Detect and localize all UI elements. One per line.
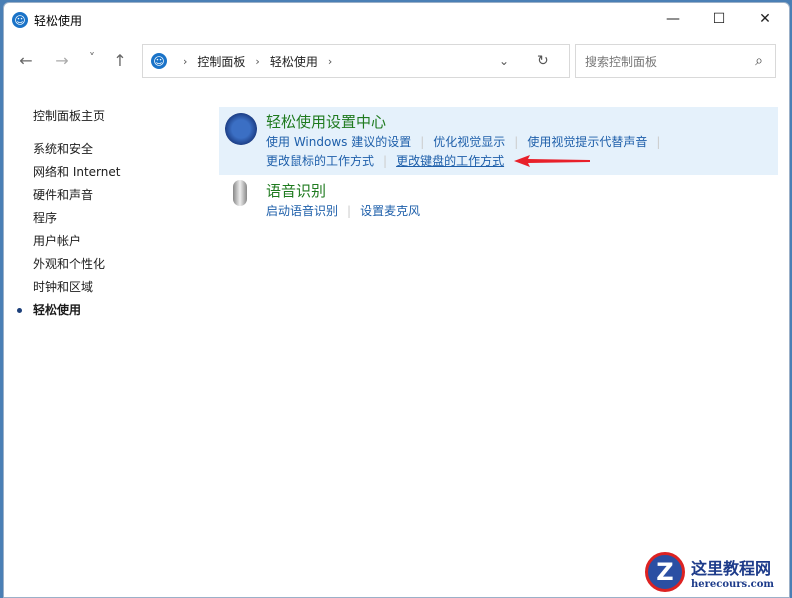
category-ease-of-access-center: 轻松使用设置中心 使用 Windows 建议的设置 | 优化视觉显示 | 使用视觉提… [219,107,778,175]
category-speech-recognition: 语音识别 启动语音识别 | 设置麦克风 [219,176,778,220]
refresh-button[interactable]: ↻ [537,53,549,69]
link-keyboard-settings[interactable]: 更改键盘的工作方式 [396,152,504,171]
category-title[interactable]: 语音识别 [266,180,778,202]
close-button[interactable]: ✕ [742,3,788,35]
sidebar-item-ease-of-access[interactable]: 轻松使用 [16,299,120,322]
navigation-bar: ← → ˅ ↑ ☺ › 控制面板 › 轻松使用 › ⌄ ↻ 搜索控制面板 ⌕ [4,43,789,79]
up-button[interactable]: ↑ [110,51,130,70]
control-panel-window: ☺ 轻松使用 — ☐ ✕ ← → ˅ ↑ ☺ › 控制面板 › 轻松使用 › ⌄… [3,2,790,598]
sidebar-item-user-accounts[interactable]: 用户帐户 [33,230,120,253]
search-icon[interactable]: ⌕ [755,53,763,69]
red-arrow-annotation [514,155,590,167]
sidebar-item-home[interactable]: 控制面板主页 [33,105,120,128]
chevron-right-icon: › [183,54,188,68]
watermark-z-icon: Z [645,552,685,592]
link-optimize-display[interactable]: 优化视觉显示 [433,133,505,152]
chevron-right-icon: › [255,54,260,68]
window-title: 轻松使用 [34,13,83,28]
back-button[interactable]: ← [16,51,36,70]
link-mouse-settings[interactable]: 更改鼠标的工作方式 [266,152,374,171]
accessibility-icon: ☺ [12,12,28,28]
watermark-name: 这里教程网 [691,558,772,578]
chevron-right-icon[interactable]: › [328,55,332,68]
microphone-icon [233,180,247,206]
watermark-url: herecours.com [691,578,775,590]
sidebar: 控制面板主页 系统和安全 网络和 Internet 硬件和声音 程序 用户帐户 … [16,105,120,322]
breadcrumb-control-panel[interactable]: 控制面板 [197,53,245,70]
link-visual-alternatives[interactable]: 使用视觉提示代替声音 [527,133,647,152]
sidebar-item-network[interactable]: 网络和 Internet [33,161,120,184]
link-start-speech-recognition[interactable]: 启动语音识别 [266,202,338,221]
search-placeholder: 搜索控制面板 [585,54,658,69]
watermark-logo: Z 这里教程网 herecours.com [645,552,774,592]
maximize-button[interactable]: ☐ [696,3,742,35]
address-bar[interactable]: ☺ › 控制面板 › 轻松使用 › ⌄ ↻ [142,44,570,78]
breadcrumb-ease-of-access[interactable]: 轻松使用 [270,53,318,70]
sidebar-item-appearance[interactable]: 外观和个性化 [33,253,120,276]
sidebar-item-hardware-sound[interactable]: 硬件和声音 [33,184,120,207]
ease-of-access-center-icon [225,113,257,145]
sidebar-item-programs[interactable]: 程序 [33,207,120,230]
category-title[interactable]: 轻松使用设置中心 [266,111,778,133]
recent-locations-button[interactable]: ˅ [82,51,102,65]
search-input[interactable]: 搜索控制面板 ⌕ [575,44,776,78]
accessibility-icon: ☺ [151,53,167,69]
link-recommended-settings[interactable]: 使用 Windows 建议的设置 [266,133,411,152]
forward-button[interactable]: → [52,51,72,70]
sidebar-item-clock-region[interactable]: 时钟和区域 [33,276,120,299]
sidebar-item-system-security[interactable]: 系统和安全 [33,138,120,161]
link-setup-microphone[interactable]: 设置麦克风 [360,202,420,221]
minimize-button[interactable]: — [650,3,696,35]
address-dropdown-button[interactable]: ⌄ [499,54,509,68]
